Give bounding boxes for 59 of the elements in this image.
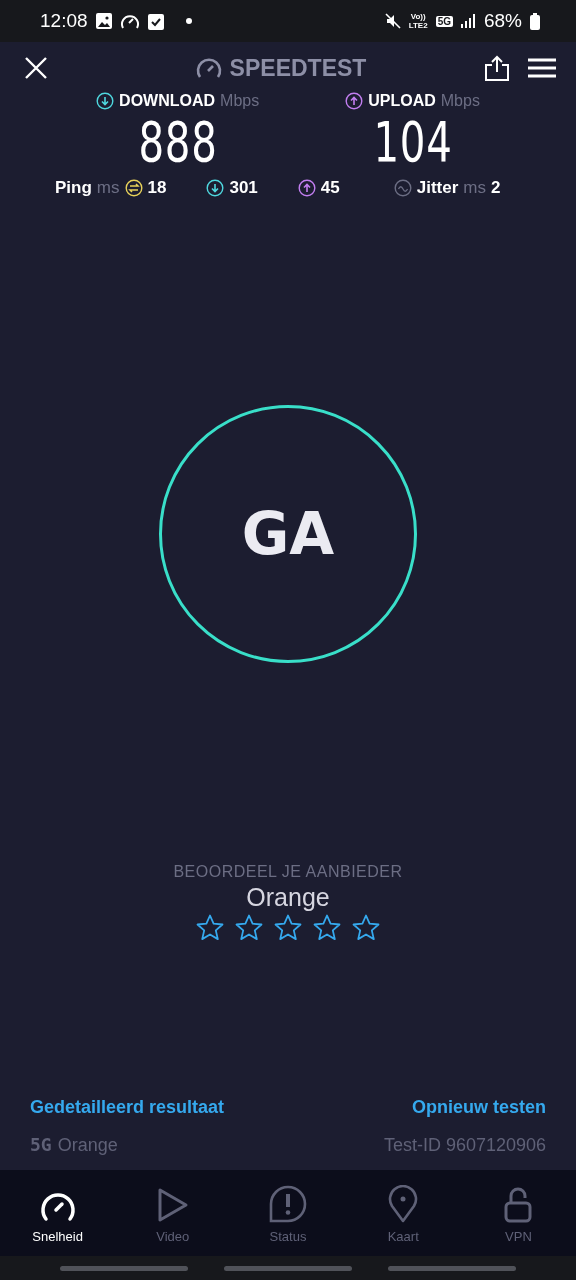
nav-tab[interactable]: VPN (460, 1170, 576, 1256)
nav-tab[interactable]: Snelheid (0, 1170, 116, 1256)
menu-icon[interactable] (528, 58, 556, 78)
play-icon (156, 1187, 189, 1223)
ping-label: Ping (55, 178, 92, 198)
idle-ping-icon (124, 179, 143, 197)
nav-tab[interactable]: Video (115, 1170, 231, 1256)
rating-prompt: BEOORDEEL JE AANBIEDER (173, 863, 403, 881)
gauge-icon (195, 57, 222, 79)
image-icon (95, 13, 112, 29)
text-link[interactable]: Opnieuw testen (412, 1097, 546, 1118)
go-button[interactable]: GA (159, 404, 417, 663)
star-icon[interactable] (235, 914, 263, 941)
star-icon[interactable] (313, 914, 341, 941)
app-title: SPEEDTEST (229, 54, 367, 82)
lte-label: LTE2 (408, 21, 428, 30)
jitter-label: Jitter (416, 178, 459, 198)
gauge-icon (119, 13, 140, 29)
upload-icon (345, 92, 364, 110)
star-icon[interactable] (274, 914, 302, 941)
unit-label: Mbps (220, 92, 260, 110)
ping-value: 45 (320, 178, 340, 198)
provider-name: Orange (57, 1135, 118, 1155)
nav-tab[interactable]: Kaart (345, 1170, 461, 1256)
map-pin-icon (388, 1185, 419, 1223)
unit-label: ms (463, 178, 486, 198)
ping-value: 301 (229, 178, 258, 198)
text-link[interactable]: Gedetailleerd resultaat (30, 1097, 225, 1118)
network-type: 5G (435, 15, 453, 27)
unit-label: ms (96, 178, 120, 198)
test-id: Test-ID 9607120906 (383, 1134, 546, 1156)
ping-value: 18 (147, 178, 167, 198)
battery-icon (530, 12, 540, 30)
close-icon[interactable] (24, 56, 48, 80)
speed-value: 888 (138, 110, 218, 174)
alert-icon (269, 1185, 307, 1223)
upload-icon (297, 179, 316, 197)
checkbox-icon (147, 12, 164, 30)
share-icon[interactable] (484, 55, 510, 81)
star-icon[interactable] (352, 914, 380, 941)
jitter-icon (393, 179, 412, 197)
star-icon[interactable] (196, 914, 224, 941)
unlocked-padlock-icon (504, 1187, 533, 1223)
jitter-value: 2 (491, 178, 501, 198)
muted-speaker-icon (384, 13, 401, 29)
battery-percent: 68% (483, 10, 522, 32)
clock-time: 12:08 (40, 10, 88, 32)
metric-label: UPLOAD (368, 92, 436, 110)
unit-label: Mbps (440, 92, 480, 110)
dot-icon (185, 18, 192, 24)
metric-label: DOWNLOAD (119, 92, 216, 110)
provider-name: Orange (246, 883, 330, 912)
volte-label: Vo)) (410, 12, 426, 21)
network-type: 5G (30, 1134, 52, 1155)
signal-icon (460, 14, 476, 28)
download-icon (96, 92, 115, 110)
speed-value: 104 (373, 110, 453, 174)
nav-tab[interactable]: Status (230, 1170, 346, 1256)
download-icon (206, 179, 225, 197)
